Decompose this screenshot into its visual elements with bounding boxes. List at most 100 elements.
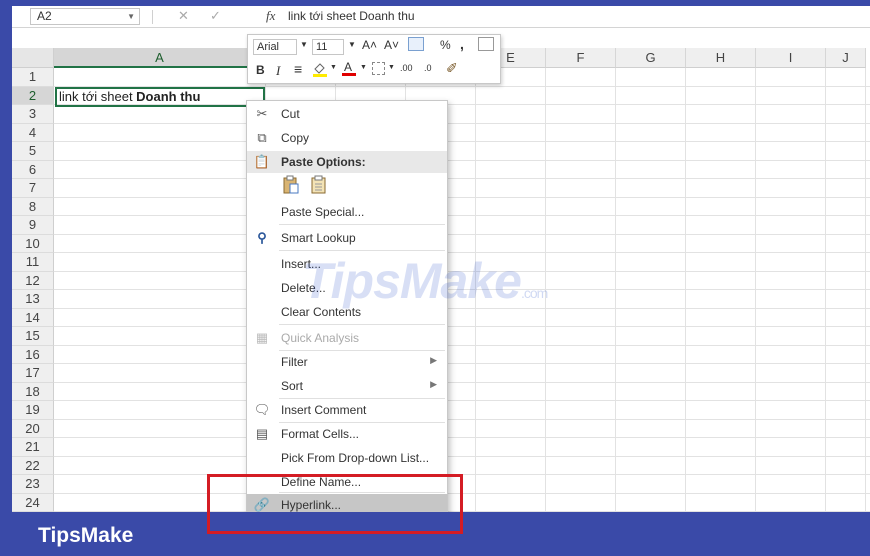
- row-header-19[interactable]: 19: [12, 401, 54, 420]
- chevron-down-icon[interactable]: ▼: [360, 64, 367, 71]
- font-color-icon[interactable]: A: [342, 60, 356, 76]
- row-header-1[interactable]: 1: [12, 68, 54, 87]
- menu-item-insert-comment[interactable]: 🗨 Insert Comment: [247, 399, 447, 421]
- chevron-right-icon: ▶: [430, 355, 437, 365]
- align-center-icon[interactable]: ≡: [294, 61, 302, 77]
- paste-icon[interactable]: [281, 175, 301, 195]
- quick-analysis-icon: ▦: [255, 330, 269, 345]
- menu-item-filter[interactable]: Filter ▶: [247, 351, 447, 373]
- row-header-10[interactable]: 10: [12, 234, 54, 253]
- row-header-7[interactable]: 7: [12, 179, 54, 198]
- cell-a2[interactable]: link tới sheet Doanh thu: [55, 87, 265, 107]
- row-header-11[interactable]: 11: [12, 253, 54, 272]
- menu-item-quick-analysis: ▦ Quick Analysis: [247, 327, 447, 349]
- row-header-22[interactable]: 22: [12, 456, 54, 475]
- cancel-icon[interactable]: ✕: [178, 8, 189, 24]
- row-header-24[interactable]: 24: [12, 493, 54, 512]
- menu-item-delete[interactable]: Delete...: [247, 277, 447, 299]
- grid-line: [865, 68, 866, 512]
- menu-item-sort[interactable]: Sort ▶: [247, 375, 447, 397]
- context-menu: ✂ Cut ⧉ Copy 📋 Paste Options: Paste Spec…: [246, 100, 448, 512]
- row-header-12[interactable]: 12: [12, 271, 54, 290]
- percent-style-icon[interactable]: %: [440, 38, 451, 52]
- font-name-select[interactable]: Arial: [253, 39, 297, 55]
- name-box[interactable]: A2 ▼: [30, 8, 140, 25]
- column-header-h[interactable]: H: [686, 48, 756, 68]
- table-format-icon[interactable]: [478, 37, 494, 51]
- menu-item-define-name[interactable]: Define Name...: [247, 471, 447, 493]
- menu-item-format-cells[interactable]: ▤ Format Cells...: [247, 423, 447, 445]
- italic-button[interactable]: I: [276, 63, 280, 79]
- grid-line: [54, 344, 870, 346]
- number-format-icon[interactable]: [408, 37, 424, 51]
- menu-divider: [279, 224, 445, 225]
- grid-line: [54, 159, 870, 161]
- grid-line: [685, 68, 686, 512]
- formula-bar: A2 ▼ ✕ ✓ fx link tới sheet Doanh thu: [12, 6, 870, 28]
- chevron-down-icon[interactable]: ▼: [300, 40, 308, 49]
- row-header-21[interactable]: 21: [12, 438, 54, 457]
- chevron-down-icon[interactable]: ▼: [348, 40, 356, 49]
- row-header-16[interactable]: 16: [12, 345, 54, 364]
- decrease-decimal-icon[interactable]: .0: [424, 63, 432, 73]
- menu-item-paste-special[interactable]: Paste Special...: [247, 201, 447, 223]
- row-header-9[interactable]: 9: [12, 216, 54, 235]
- row-header-6[interactable]: 6: [12, 160, 54, 179]
- font-size-select[interactable]: 11: [312, 39, 344, 55]
- borders-icon[interactable]: [372, 62, 385, 75]
- row-header-17[interactable]: 17: [12, 364, 54, 383]
- grid-line: [54, 122, 870, 124]
- fill-color-icon[interactable]: [312, 61, 327, 77]
- row-header-14[interactable]: 14: [12, 308, 54, 327]
- increase-font-icon[interactable]: A˄: [362, 38, 377, 52]
- increase-decimal-icon[interactable]: .00: [400, 63, 413, 73]
- grid-line: [54, 418, 870, 420]
- menu-item-pick-from-list[interactable]: Pick From Drop-down List...: [247, 447, 447, 469]
- row-header-4[interactable]: 4: [12, 123, 54, 142]
- name-box-value: A2: [37, 9, 52, 23]
- column-header-a[interactable]: A: [54, 48, 266, 68]
- column-header-j[interactable]: J: [826, 48, 866, 68]
- chevron-down-icon[interactable]: ▼: [388, 64, 395, 71]
- select-all-corner[interactable]: [12, 48, 54, 68]
- comma-style-icon[interactable]: ,: [460, 36, 464, 52]
- chevron-down-icon[interactable]: ▼: [330, 64, 337, 71]
- column-header-i[interactable]: I: [756, 48, 826, 68]
- row-header-18[interactable]: 18: [12, 382, 54, 401]
- decrease-font-icon[interactable]: A˅: [384, 38, 399, 52]
- menu-item-clear-contents[interactable]: Clear Contents: [247, 301, 447, 323]
- formula-input[interactable]: link tới sheet Doanh thu: [288, 9, 415, 23]
- search-icon: ⚲: [257, 230, 267, 245]
- menu-divider: [279, 250, 445, 251]
- enter-icon[interactable]: ✓: [210, 8, 221, 24]
- menu-item-copy[interactable]: ⧉ Copy: [247, 127, 447, 149]
- grid-line: [755, 68, 756, 512]
- brand-label: TipsMake: [38, 524, 134, 547]
- menu-item-insert[interactable]: Insert...: [247, 253, 447, 275]
- row-header-5[interactable]: 5: [12, 142, 54, 161]
- row-header-20[interactable]: 20: [12, 419, 54, 438]
- menu-item-hyperlink[interactable]: 🔗 Hyperlink...: [247, 494, 447, 512]
- menu-item-cut[interactable]: ✂ Cut: [247, 103, 447, 125]
- grid-line: [54, 511, 870, 512]
- format-cells-icon: ▤: [255, 426, 269, 441]
- row-header-2[interactable]: 2: [12, 86, 54, 105]
- row-header-13[interactable]: 13: [12, 290, 54, 309]
- row-header-3[interactable]: 3: [12, 105, 54, 124]
- row-header-15[interactable]: 15: [12, 327, 54, 346]
- fx-icon[interactable]: fx: [266, 8, 275, 24]
- menu-item-smart-lookup[interactable]: ⚲ Smart Lookup: [247, 227, 447, 249]
- grid-line: [54, 270, 870, 272]
- menu-divider: [279, 492, 445, 493]
- format-painter-icon[interactable]: ✐: [446, 60, 458, 77]
- chevron-down-icon[interactable]: ▼: [127, 9, 135, 24]
- column-header-g[interactable]: G: [616, 48, 686, 68]
- column-header-f[interactable]: F: [546, 48, 616, 68]
- row-header-23[interactable]: 23: [12, 475, 54, 494]
- bold-button[interactable]: B: [256, 63, 265, 77]
- menu-item-label: Paste Options:: [281, 155, 366, 169]
- paste-values-icon[interactable]: [309, 175, 329, 195]
- row-header-8[interactable]: 8: [12, 197, 54, 216]
- grid-line: [545, 68, 546, 512]
- menu-item-label: Hyperlink...: [281, 498, 342, 512]
